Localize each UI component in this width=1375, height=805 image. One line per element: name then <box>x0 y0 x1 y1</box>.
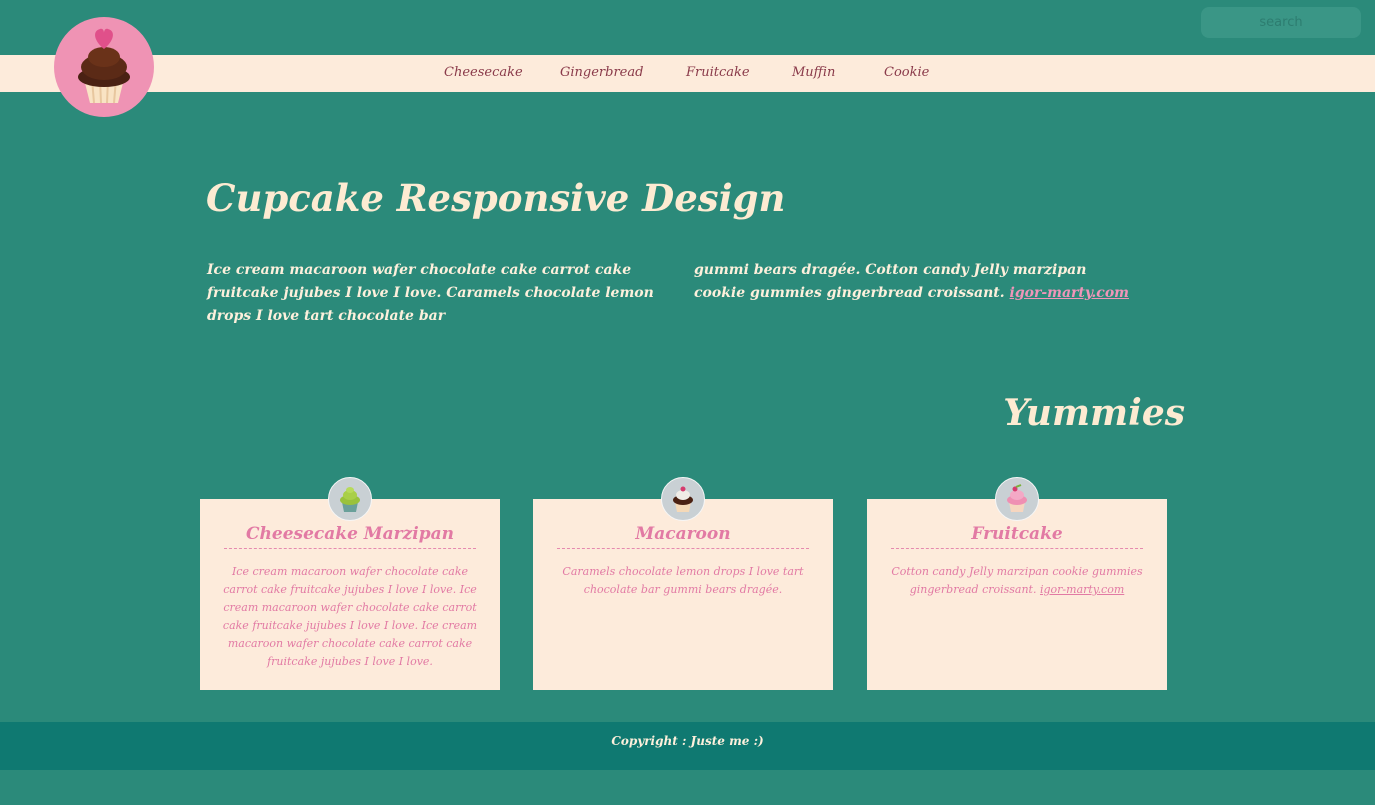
card-avatar <box>995 477 1039 521</box>
nav-item-fruitcake[interactable]: Fruitcake <box>686 65 750 80</box>
card-title: Fruitcake <box>891 524 1143 549</box>
pink-cupcake-icon <box>1007 484 1027 512</box>
search-input[interactable] <box>1201 7 1361 38</box>
card-avatar <box>328 477 372 521</box>
top-bar <box>0 0 1375 55</box>
footer: Copyright : Juste me :) <box>0 722 1375 770</box>
intro-text-col1: Ice cream macaroon wafer chocolate cake … <box>207 262 654 324</box>
card-title: Cheesecake Marzipan <box>224 524 476 549</box>
chocolate-cupcake-icon <box>673 486 693 512</box>
card-text: Cotton candy Jelly marzipan cookie gummi… <box>883 563 1151 599</box>
card-text: Caramels chocolate lemon drops I love ta… <box>562 565 804 596</box>
nav-item-muffin[interactable]: Muffin <box>792 65 835 80</box>
card-cheesecake-marzipan: Cheesecake Marzipan Ice cream macaroon w… <box>200 477 500 690</box>
cupcake-logo[interactable] <box>54 17 154 117</box>
intro-link[interactable]: igor-marty.com <box>1010 285 1129 301</box>
section-title: Yummies <box>1003 392 1185 434</box>
copyright-text: Copyright : Juste me :) <box>611 734 764 748</box>
card-text: Ice cream macaroon wafer chocolate cake … <box>222 565 478 668</box>
green-cupcake-icon <box>340 487 360 512</box>
card-macaroon: Macaroon Caramels chocolate lemon drops … <box>533 477 833 690</box>
nav-item-cookie[interactable]: Cookie <box>884 65 929 80</box>
intro-text-col2: gummi bears dragée. Cotton candy Jelly m… <box>694 259 1134 305</box>
card-title: Macaroon <box>557 524 809 549</box>
page-title: Cupcake Responsive Design <box>206 176 786 220</box>
nav-item-gingerbread[interactable]: Gingerbread <box>560 65 643 80</box>
card-avatar <box>661 477 705 521</box>
card-fruitcake: Fruitcake Cotton candy Jelly marzipan co… <box>867 477 1167 690</box>
nav-item-cheesecake[interactable]: Cheesecake <box>444 65 523 80</box>
main-nav: Cheesecake Gingerbread Fruitcake Muffin … <box>0 55 1375 92</box>
card-link[interactable]: igor-marty.com <box>1040 583 1124 596</box>
cupcake-icon <box>78 28 130 104</box>
